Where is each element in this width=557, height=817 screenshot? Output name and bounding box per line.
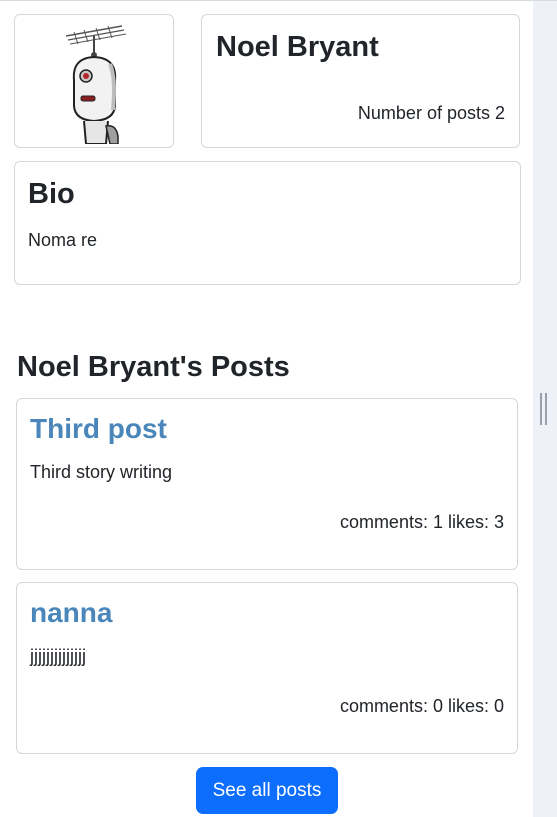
robot-avatar-icon — [65, 25, 127, 144]
posts-section-title: Noel Bryant's Posts — [17, 351, 290, 383]
see-all-posts-button[interactable]: See all posts — [196, 767, 338, 814]
avatar-card — [14, 14, 174, 148]
post-card: nanna jjjjjjjjjjjjjj comments: 0 likes: … — [16, 582, 518, 754]
post-body: Third story writing — [30, 462, 173, 482]
bio-title: Bio — [28, 178, 75, 210]
post-body: jjjjjjjjjjjjjj — [30, 646, 86, 666]
profile-name: Noel Bryant — [216, 31, 379, 63]
resize-handle-icon[interactable] — [540, 393, 547, 425]
posts-count: Number of posts 2 — [357, 103, 505, 123]
bio-card: Bio Noma re — [14, 161, 521, 285]
profile-page: Noel Bryant Number of posts 2 Bio Noma r… — [0, 1, 533, 817]
post-title-link[interactable]: nanna — [30, 597, 112, 629]
post-stats: comments: 1 likes: 3 — [339, 512, 504, 532]
post-card: Third post Third story writing comments:… — [16, 398, 518, 570]
profile-summary-card: Noel Bryant Number of posts 2 — [201, 14, 520, 148]
bio-text: Noma re — [28, 230, 98, 250]
post-stats: comments: 0 likes: 0 — [339, 696, 504, 716]
post-title-link[interactable]: Third post — [30, 413, 167, 445]
